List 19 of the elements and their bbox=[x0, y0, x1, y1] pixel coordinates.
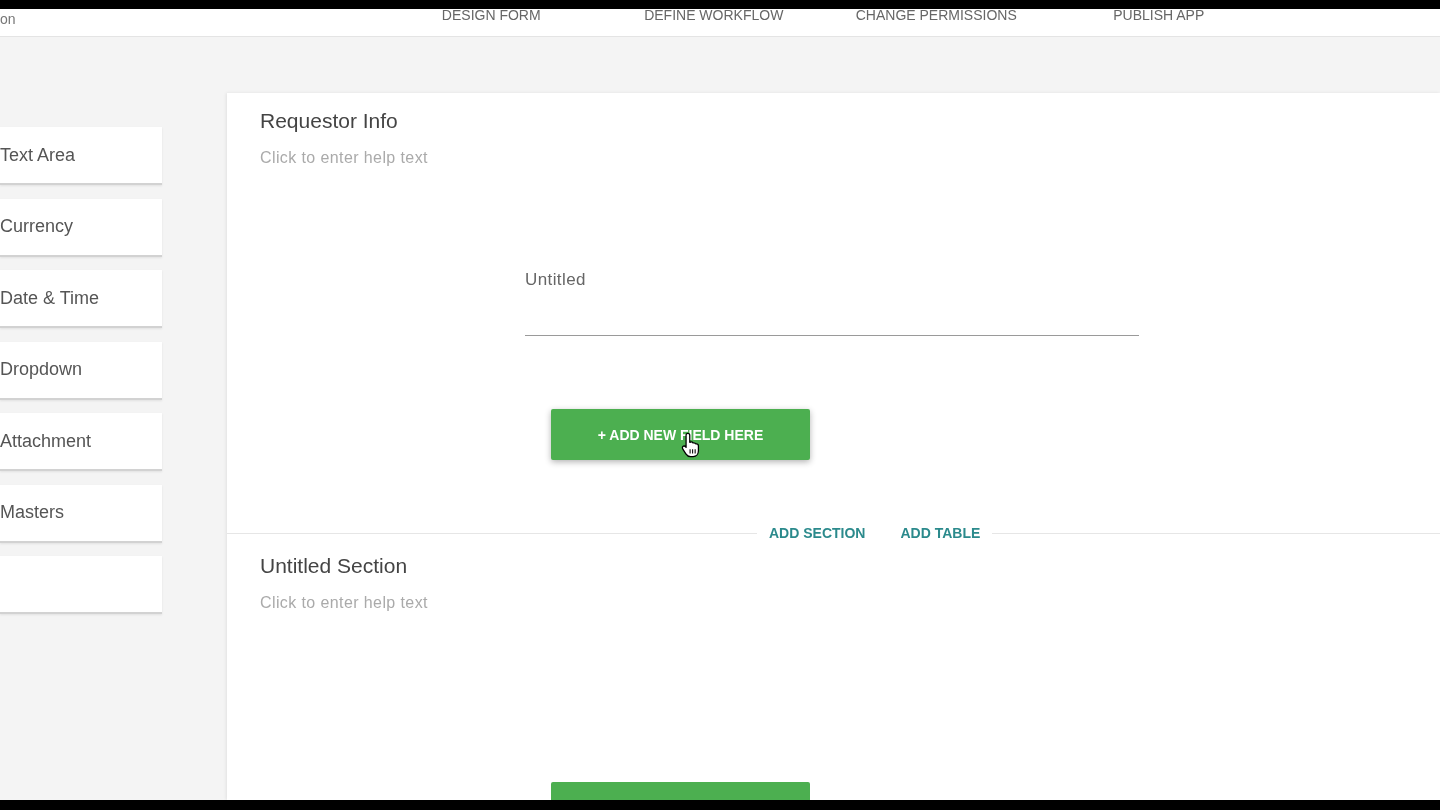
section-action-link[interactable]: ADD SECTION bbox=[769, 523, 866, 543]
field-label: Untitled bbox=[525, 270, 586, 290]
section-title: Requestor Info bbox=[260, 108, 398, 134]
step-tab[interactable]: DEFINE WORKFLOW bbox=[644, 9, 784, 22]
palette-item[interactable]: Masters bbox=[0, 484, 162, 543]
help-text: Click to enter help text bbox=[260, 594, 428, 612]
palette-item[interactable]: Attachment bbox=[0, 413, 162, 471]
palette-item[interactable]: Dropdown bbox=[0, 341, 162, 400]
section-title: Untitled Section bbox=[260, 553, 408, 579]
help-text: Click to enter help text bbox=[260, 149, 428, 167]
palette-item[interactable]: Text Area bbox=[0, 127, 162, 185]
palette-item[interactable]: Currency bbox=[0, 198, 162, 257]
app-title: on bbox=[0, 11, 16, 27]
section-action-link[interactable]: ADD TABLE bbox=[900, 523, 981, 543]
step-tab[interactable]: DESIGN FORM bbox=[441, 9, 541, 22]
step-tab[interactable]: CHANGE PERMISSIONS bbox=[855, 9, 1017, 22]
add-field-button[interactable] bbox=[551, 782, 810, 800]
step-tab[interactable]: PUBLISH APP bbox=[1113, 9, 1205, 22]
palette-item[interactable]: Date & Time bbox=[0, 270, 162, 328]
